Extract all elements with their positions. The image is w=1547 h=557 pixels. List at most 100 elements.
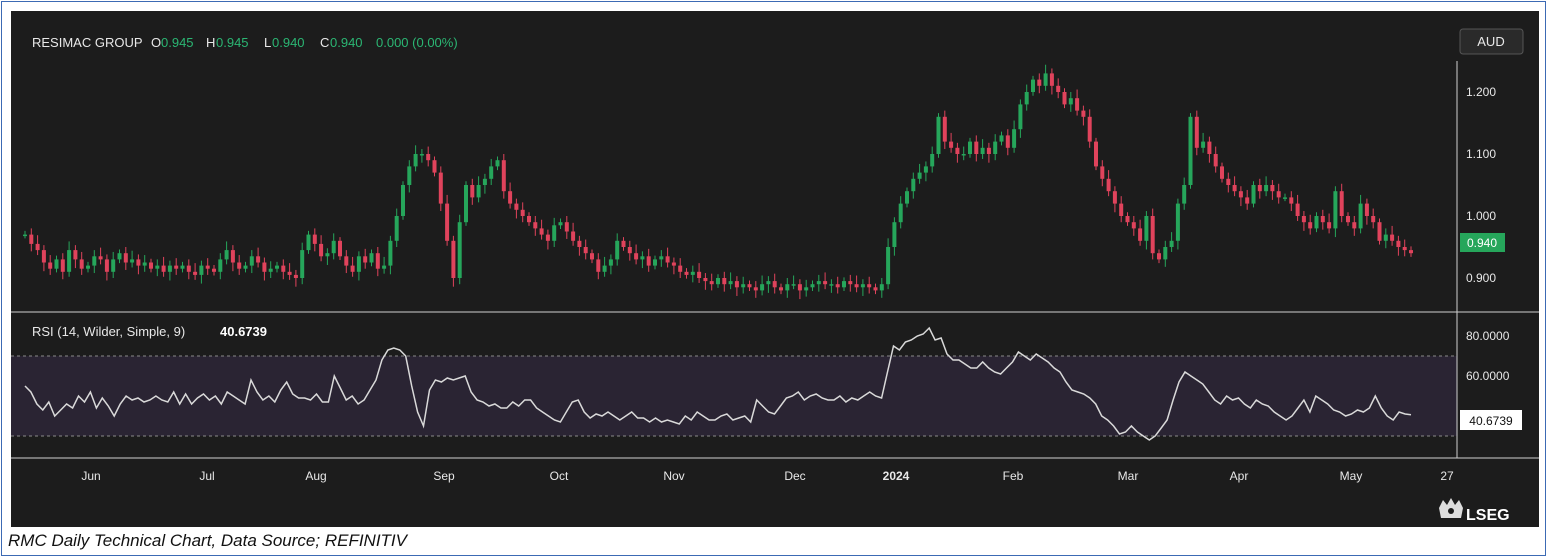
candle (842, 277, 846, 292)
time-tick-label: 27 (1440, 469, 1454, 483)
currency-button-label: AUD (1477, 34, 1504, 49)
candle (401, 181, 405, 220)
candle (640, 251, 645, 269)
candle-body (753, 287, 758, 291)
candle (1062, 88, 1067, 109)
candle (1364, 198, 1369, 225)
candle-body (79, 259, 84, 269)
candle (123, 247, 128, 270)
candle-body (527, 216, 531, 223)
figure-frame: 1.200 1.100 1.000 0.900 80.0000 60.0000 Jun J… (1, 1, 1546, 556)
candle-body (60, 259, 65, 272)
candle (142, 255, 147, 272)
candle-body (445, 203, 450, 241)
candle (854, 275, 859, 293)
candle (527, 212, 531, 226)
candle (344, 250, 349, 274)
candle-body (1402, 247, 1407, 251)
candle (275, 261, 279, 273)
candle (35, 235, 40, 256)
candle-body (508, 191, 513, 204)
candle-body (1024, 92, 1029, 105)
candle-body (438, 172, 443, 204)
candle-body (92, 256, 97, 266)
candle-body (1163, 247, 1168, 260)
candle-body (1358, 203, 1363, 229)
candle (823, 272, 828, 290)
candle-body (350, 265, 355, 272)
candle-body (1194, 116, 1199, 148)
candle (54, 255, 59, 273)
candle (180, 261, 185, 273)
candle-body (117, 253, 122, 260)
time-tick-label: Apr (1230, 469, 1249, 483)
candle (136, 254, 141, 275)
candle (29, 228, 34, 252)
candle (199, 260, 204, 284)
candle-body (268, 268, 273, 272)
candle-body (646, 256, 651, 266)
candle (1049, 68, 1054, 95)
candle (779, 283, 783, 295)
open-value: 0.945 (161, 35, 194, 50)
candle-body (287, 271, 292, 275)
candle-body (608, 259, 613, 266)
candle (583, 239, 588, 260)
candle-body (230, 250, 235, 263)
price-tick-label: 1.100 (1466, 147, 1496, 161)
candle-body (382, 265, 387, 269)
candle-body (703, 278, 708, 282)
candle (1138, 219, 1143, 246)
close-label: C (320, 35, 329, 50)
candle (1314, 212, 1319, 233)
candle-body (659, 256, 664, 260)
candle-body (1257, 185, 1262, 192)
candle (155, 259, 160, 277)
candle-body (1175, 203, 1180, 241)
candle (356, 251, 361, 281)
candle (1031, 75, 1035, 96)
time-tick-label: Feb (1003, 469, 1024, 483)
candle-body (1245, 197, 1250, 204)
candle (564, 216, 569, 239)
candle-body (130, 259, 135, 263)
rsi-axis: 80.0000 60.0000 (1466, 329, 1510, 383)
candle (331, 233, 336, 260)
candle-body (615, 240, 620, 260)
candle-body (986, 147, 991, 154)
candle (1175, 198, 1180, 250)
candle-body (457, 222, 462, 278)
last-price-label: 0.940 (1467, 236, 1497, 250)
candle (1163, 240, 1168, 267)
candle-body (1301, 216, 1306, 223)
candle-body (1314, 216, 1319, 229)
candle (438, 166, 443, 212)
candle-body (602, 265, 607, 272)
candle-body (1238, 191, 1243, 198)
candle-body (804, 287, 809, 291)
candle-body (495, 160, 500, 167)
candle (571, 222, 576, 246)
candle-body (363, 256, 368, 263)
candle (734, 276, 739, 296)
candle (212, 264, 216, 276)
candle (1119, 196, 1124, 223)
candle (413, 145, 418, 172)
candle-body (949, 141, 954, 148)
candle-body (923, 166, 928, 173)
candle (369, 249, 374, 267)
candle-body (779, 287, 783, 291)
candle (256, 247, 261, 268)
candle-body (1283, 197, 1287, 199)
candle-body (842, 281, 846, 288)
candle (92, 250, 97, 274)
candle (741, 276, 746, 294)
candle (879, 278, 884, 298)
time-tick-label: Aug (305, 469, 326, 483)
candle-body (1087, 116, 1092, 142)
candle-body (1346, 216, 1350, 223)
candle (1383, 228, 1388, 249)
candle (867, 276, 872, 294)
candle-body (1295, 203, 1300, 216)
candle (1220, 162, 1224, 183)
